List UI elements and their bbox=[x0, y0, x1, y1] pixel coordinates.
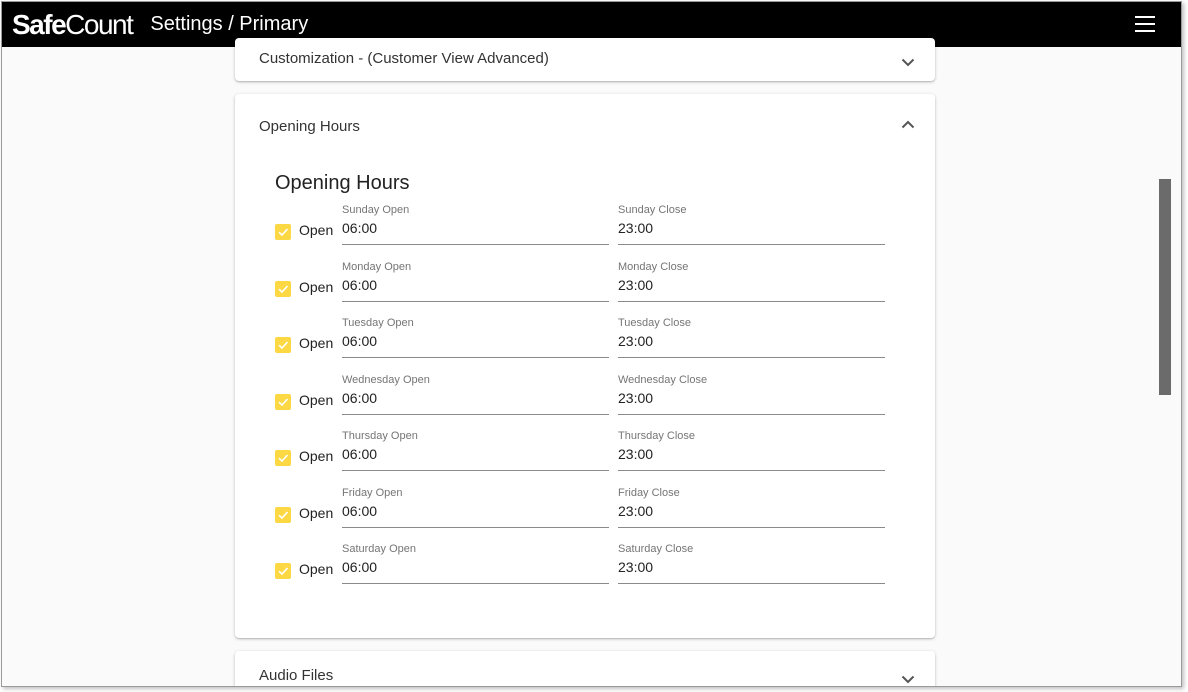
open-time-label: Wednesday Open bbox=[342, 373, 430, 386]
close-time-label: Saturday Close bbox=[618, 543, 694, 555]
close-time-field: Friday Close bbox=[618, 485, 885, 528]
audio-files-panel-title: Audio Files bbox=[259, 667, 334, 684]
open-checkbox-label: Open bbox=[299, 278, 334, 295]
open-time-field: Thursday Open bbox=[342, 428, 609, 471]
close-time-input[interactable] bbox=[618, 220, 885, 236]
open-checkbox[interactable] bbox=[275, 280, 291, 297]
close-time-input[interactable] bbox=[618, 276, 885, 293]
close-time-label: Wednesday Close bbox=[618, 373, 708, 386]
opening-hours-row: Open Sunday Open Sunday Close bbox=[275, 202, 895, 258]
close-time-input[interactable] bbox=[618, 333, 885, 349]
open-checkbox[interactable] bbox=[275, 393, 291, 410]
audio-files-panel[interactable]: Audio Files bbox=[235, 651, 935, 686]
chevron-down-icon[interactable] bbox=[901, 675, 915, 684]
checkmark-icon bbox=[278, 284, 289, 293]
open-time-field: Friday Open bbox=[342, 485, 609, 528]
open-time-label: Thursday Open bbox=[342, 430, 418, 442]
close-time-input[interactable] bbox=[618, 389, 885, 406]
open-checkbox-label: Open bbox=[299, 222, 334, 238]
customization-panel-title: Customization - (Customer View Advanced) bbox=[259, 50, 549, 67]
open-time-input[interactable] bbox=[342, 220, 609, 236]
close-time-input[interactable] bbox=[618, 502, 885, 519]
open-checkbox-label: Open bbox=[299, 391, 334, 408]
open-checkbox[interactable] bbox=[275, 224, 291, 240]
close-time-label: Tuesday Close bbox=[618, 317, 691, 329]
logo-safe: Safe bbox=[12, 8, 67, 40]
app-window: SafeCount Settings / Primary Customizati… bbox=[1, 1, 1182, 687]
close-time-input[interactable] bbox=[618, 559, 885, 575]
open-time-label: Monday Open bbox=[342, 260, 412, 273]
close-time-label: Sunday Close bbox=[618, 204, 687, 216]
checkmark-icon bbox=[278, 228, 289, 237]
open-checkbox-label: Open bbox=[299, 335, 334, 351]
open-time-field: Sunday Open bbox=[342, 202, 609, 245]
opening-hours-heading: Opening Hours bbox=[275, 172, 410, 194]
close-time-field: Wednesday Close bbox=[618, 372, 885, 415]
close-time-label: Monday Close bbox=[618, 260, 689, 273]
open-time-input[interactable] bbox=[342, 502, 609, 519]
open-time-field: Wednesday Open bbox=[342, 372, 609, 415]
open-checkbox-label: Open bbox=[299, 504, 334, 521]
opening-hours-panel-title[interactable]: Opening Hours bbox=[259, 118, 911, 135]
open-checkbox[interactable] bbox=[275, 450, 291, 466]
opening-hours-row: Open Friday Open Friday Close bbox=[275, 485, 895, 541]
open-time-input[interactable] bbox=[342, 559, 609, 575]
opening-hours-row: Open Tuesday Open Tuesday Close bbox=[275, 315, 895, 371]
open-checkbox[interactable] bbox=[275, 337, 291, 353]
opening-hours-row: Open Thursday Open Thursday Close bbox=[275, 428, 895, 484]
open-time-input[interactable] bbox=[342, 276, 609, 293]
open-checkbox[interactable] bbox=[275, 563, 291, 579]
logo-count: Count bbox=[65, 8, 134, 40]
chevron-down-icon[interactable] bbox=[901, 58, 915, 67]
open-checkbox-label: Open bbox=[299, 561, 334, 577]
open-time-input[interactable] bbox=[342, 389, 609, 406]
open-time-label: Tuesday Open bbox=[342, 317, 414, 329]
close-time-input[interactable] bbox=[618, 446, 885, 462]
open-time-field: Tuesday Open bbox=[342, 315, 609, 358]
vertical-scrollbar-thumb[interactable] bbox=[1159, 179, 1171, 395]
page-title: Settings / Primary bbox=[150, 13, 309, 35]
open-time-label: Sunday Open bbox=[342, 204, 410, 216]
opening-hours-row: Open Monday Open Monday Close bbox=[275, 259, 895, 315]
open-checkbox[interactable] bbox=[275, 506, 291, 523]
close-time-label: Thursday Close bbox=[618, 430, 696, 442]
open-checkbox-label: Open bbox=[299, 448, 334, 464]
hamburger-menu-icon[interactable] bbox=[1135, 16, 1155, 32]
chevron-up-icon[interactable] bbox=[901, 120, 915, 129]
checkmark-icon bbox=[278, 454, 289, 463]
open-time-input[interactable] bbox=[342, 446, 609, 462]
close-time-field: Thursday Close bbox=[618, 428, 885, 471]
customization-panel[interactable]: Customization - (Customer View Advanced) bbox=[235, 38, 935, 81]
checkmark-icon bbox=[278, 510, 289, 519]
opening-hours-row: Open Wednesday Open Wednesday Close bbox=[275, 372, 895, 428]
close-time-field: Saturday Close bbox=[618, 541, 885, 584]
checkmark-icon bbox=[278, 341, 289, 350]
checkmark-icon bbox=[278, 397, 289, 406]
open-time-field: Monday Open bbox=[342, 259, 609, 302]
close-time-field: Tuesday Close bbox=[618, 315, 885, 358]
close-time-field: Sunday Close bbox=[618, 202, 885, 245]
checkmark-icon bbox=[278, 567, 289, 576]
open-time-label: Friday Open bbox=[342, 486, 403, 499]
close-time-field: Monday Close bbox=[618, 259, 885, 302]
open-time-field: Saturday Open bbox=[342, 541, 609, 584]
opening-hours-panel: Opening Hours Opening Hours Open Sunday O… bbox=[235, 94, 935, 638]
safecount-logo: SafeCount bbox=[12, 8, 134, 41]
open-time-label: Saturday Open bbox=[342, 543, 416, 555]
open-time-input[interactable] bbox=[342, 333, 609, 349]
opening-hours-row: Open Saturday Open Saturday Close bbox=[275, 541, 895, 597]
close-time-label: Friday Close bbox=[618, 486, 680, 499]
